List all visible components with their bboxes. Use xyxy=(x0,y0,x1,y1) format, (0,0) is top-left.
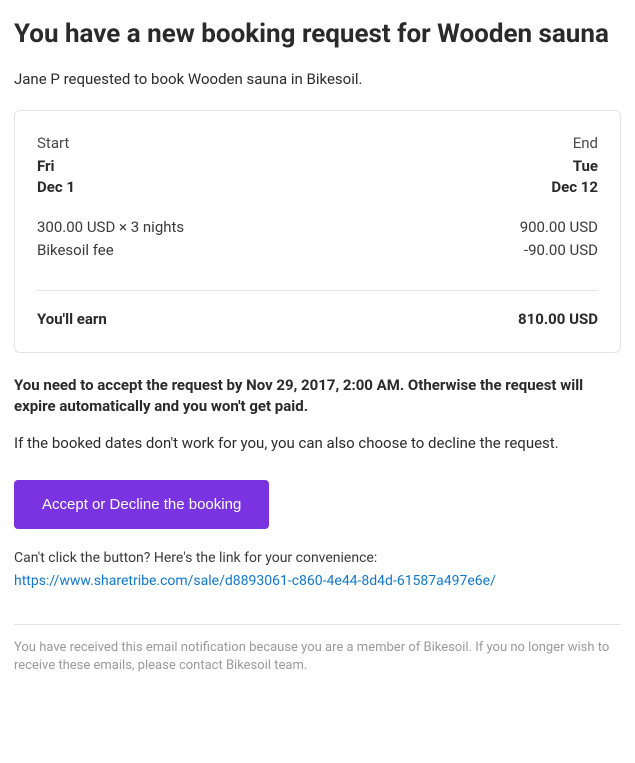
line-item-label: Bikesoil fee xyxy=(37,240,114,261)
line-item: Bikesoil fee -90.00 USD xyxy=(37,239,598,262)
accept-decline-button[interactable]: Accept or Decline the booking xyxy=(14,480,269,529)
total-row: You'll earn 810.00 USD xyxy=(37,309,598,330)
footer-divider xyxy=(14,624,621,625)
start-date: Dec 1 xyxy=(37,177,75,198)
end-date: Dec 12 xyxy=(551,177,598,198)
booking-dates: Start Fri Dec 1 End Tue Dec 12 xyxy=(37,133,598,198)
fallback-text: Can't click the button? Here's the link … xyxy=(14,549,621,569)
line-item-amount: 900.00 USD xyxy=(520,217,598,238)
line-item-label: 300.00 USD × 3 nights xyxy=(37,217,184,238)
deadline-text: You need to accept the request by Nov 29… xyxy=(14,375,621,417)
line-item-amount: -90.00 USD xyxy=(524,240,598,261)
start-day: Fri xyxy=(37,156,75,177)
start-date-column: Start Fri Dec 1 xyxy=(37,133,75,198)
start-label: Start xyxy=(37,133,75,154)
line-item: 300.00 USD × 3 nights 900.00 USD xyxy=(37,216,598,239)
email-title: You have a new booking request for Woode… xyxy=(14,18,621,51)
booking-summary-card: Start Fri Dec 1 End Tue Dec 12 300.00 US… xyxy=(14,110,621,353)
line-items: 300.00 USD × 3 nights 900.00 USD Bikesoi… xyxy=(37,216,598,262)
card-divider xyxy=(37,290,598,291)
end-label: End xyxy=(573,133,598,154)
intro-text: Jane P requested to book Wooden sauna in… xyxy=(14,69,621,90)
total-amount: 810.00 USD xyxy=(518,309,598,330)
end-date-column: End Tue Dec 12 xyxy=(551,133,598,198)
footer-text: You have received this email notificatio… xyxy=(14,639,621,675)
decline-note: If the booked dates don't work for you, … xyxy=(14,433,621,454)
total-label: You'll earn xyxy=(37,309,107,330)
end-day: Tue xyxy=(573,156,598,177)
fallback-link[interactable]: https://www.sharetribe.com/sale/d8893061… xyxy=(14,572,496,592)
